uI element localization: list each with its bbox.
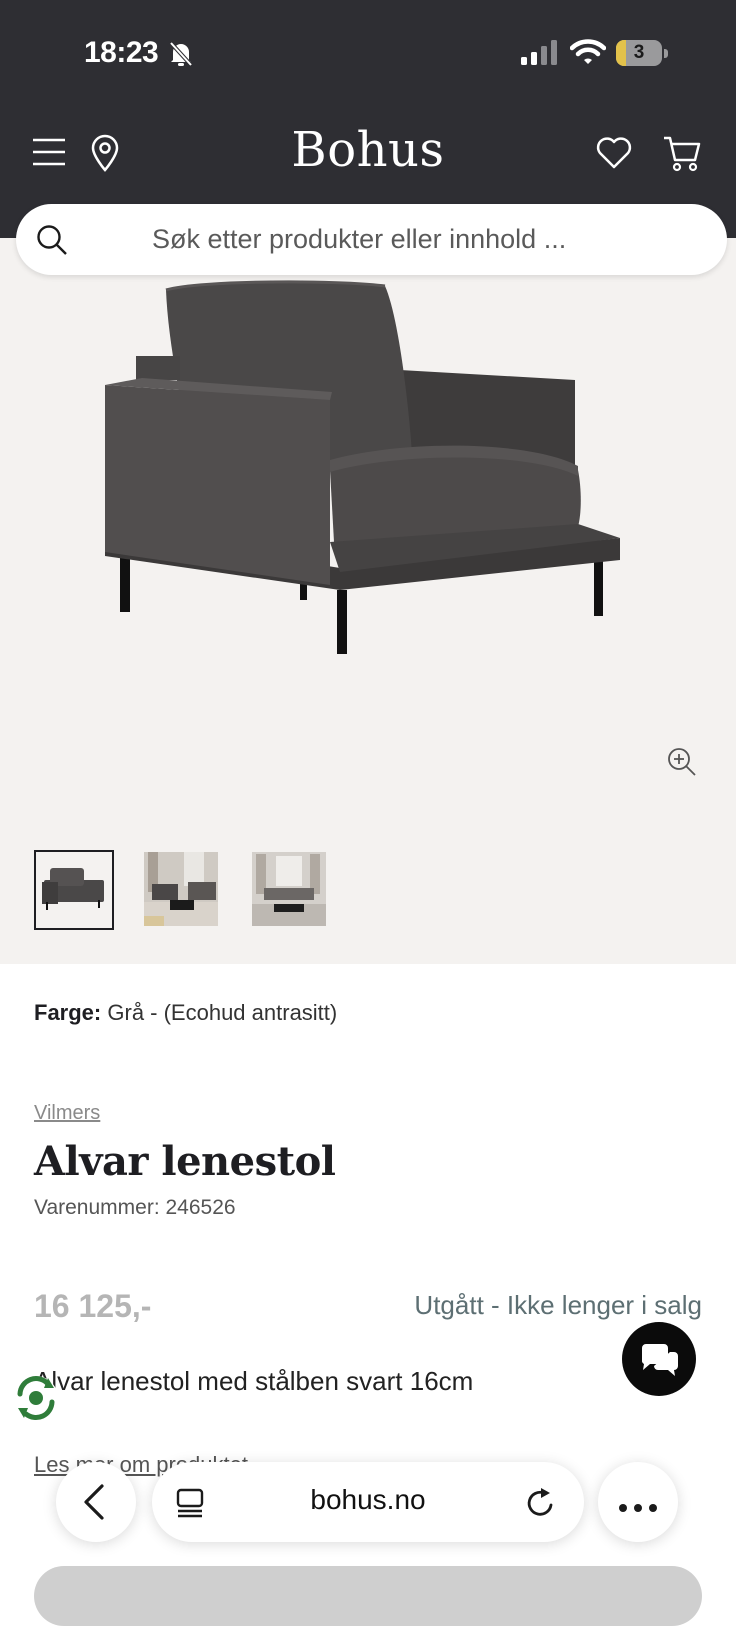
thumbnail-2[interactable] — [144, 852, 218, 926]
availability-status: Utgått - Ikke lenger i salg — [414, 1290, 702, 1320]
back-icon — [82, 1484, 106, 1524]
product-image[interactable] — [100, 280, 640, 674]
silent-bell-icon — [168, 40, 194, 72]
menu-icon[interactable] — [32, 138, 66, 170]
signal-icon — [521, 40, 559, 70]
wifi-icon — [569, 38, 607, 70]
chat-button[interactable] — [622, 1322, 696, 1396]
color-label: Farge: — [34, 1000, 102, 1025]
browser-back-button[interactable] — [56, 1462, 136, 1542]
browser-url: bohus.no — [310, 1484, 426, 1515]
product-description: Alvar lenestol med stålben svart 16cm — [34, 1366, 474, 1396]
location-pin-icon[interactable] — [90, 134, 120, 176]
search-input[interactable]: Søk etter produkter eller innhold ... — [16, 204, 727, 275]
heart-icon[interactable] — [596, 136, 632, 174]
product-price: 16 125,- — [34, 1288, 152, 1324]
product-brand-link[interactable]: Vilmers — [34, 1102, 100, 1125]
item-number: Varenummer: 246526 — [34, 1196, 236, 1219]
battery-indicator: 3 — [616, 40, 668, 66]
browser-more-button[interactable] — [598, 1462, 678, 1542]
zoom-in-icon[interactable] — [666, 746, 698, 782]
search-icon — [36, 224, 68, 260]
search-placeholder: Søk etter produkter eller innhold ... — [152, 224, 567, 254]
thumbnail-3[interactable] — [252, 852, 326, 926]
chat-icon — [638, 1342, 682, 1382]
eco-recycle-icon[interactable] — [12, 1374, 60, 1422]
thumbnail-1[interactable] — [34, 850, 114, 930]
cart-icon[interactable] — [662, 134, 702, 176]
status-time: 18:23 — [84, 36, 159, 69]
reload-icon[interactable] — [524, 1486, 556, 1524]
brand-logo[interactable]: Bohus — [240, 122, 496, 178]
more-icon — [618, 1498, 658, 1517]
product-title: Alvar lenestol — [34, 1138, 336, 1185]
partially-hidden-action-button[interactable] — [34, 1566, 702, 1626]
color-selector: Farge: Grå - (Ecohud antrasitt) — [34, 1000, 337, 1026]
color-value: Grå - (Ecohud antrasitt) — [107, 1000, 338, 1025]
browser-address-bar[interactable]: bohus.no — [152, 1462, 584, 1542]
